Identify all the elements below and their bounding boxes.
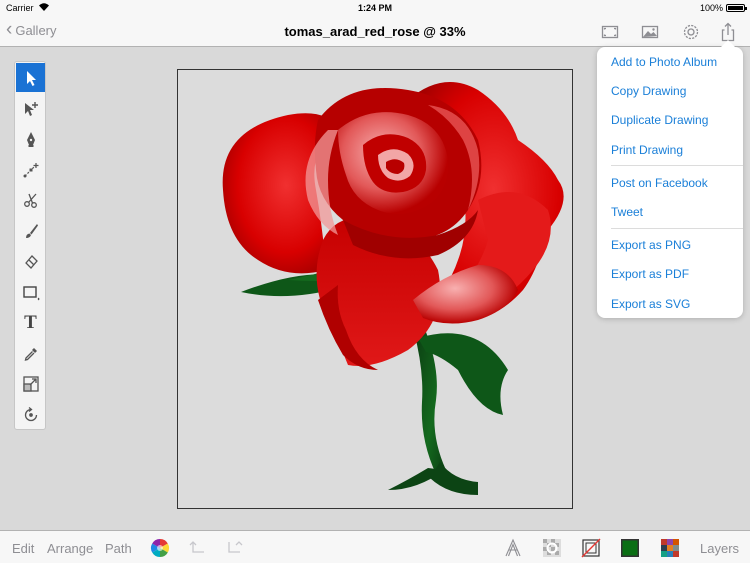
battery-icon [726,4,747,12]
arrange-button[interactable]: Arrange [47,541,93,556]
pen-icon [26,131,35,147]
transparency-icon[interactable] [542,538,562,558]
rose-artwork[interactable] [178,70,572,508]
eyedropper-icon [24,347,37,361]
menu-export-pdf[interactable]: Export as PDF [611,267,689,281]
tool-add-node[interactable] [16,155,45,184]
tool-brush[interactable] [16,216,45,245]
tool-scale[interactable] [16,369,45,398]
add-node-icon [23,162,38,177]
tool-text[interactable]: T [16,308,45,337]
tool-node-select[interactable] [16,94,45,123]
menu-divider [611,165,743,166]
color-wheel-icon[interactable] [150,538,170,558]
undo-icon[interactable] [188,538,208,558]
share-icon[interactable] [718,22,738,42]
scissors-icon [23,193,37,208]
clock: 1:24 PM [357,3,392,13]
eraser-icon [24,254,38,269]
brush-icon [25,223,38,238]
scale-icon [22,375,39,392]
pattern-swatch-icon[interactable] [660,538,680,558]
rotate-icon [24,406,37,421]
rectangle-icon [22,285,40,300]
gear-icon[interactable] [681,22,701,42]
edit-button[interactable]: Edit [12,541,34,556]
menu-add-to-photo-album[interactable]: Add to Photo Album [611,55,717,69]
status-bar: Carrier 1:24 PM 100% [0,0,750,16]
bottom-toolbar: Edit Arrange Path Layers [0,530,750,563]
tool-pen[interactable] [16,124,45,153]
layers-button[interactable]: Layers [700,541,739,556]
stroke-none-icon[interactable] [581,538,601,558]
tool-eraser[interactable] [16,246,45,275]
menu-export-svg[interactable]: Export as SVG [611,297,690,311]
tool-scissors[interactable] [16,185,45,214]
share-menu: Add to Photo Album Copy Drawing Duplicat… [597,40,743,318]
path-button[interactable]: Path [105,541,132,556]
image-icon[interactable] [640,22,660,42]
navigation-bar: ‹ Gallery tomas_arad_red_rose @ 33% [0,16,750,47]
menu-duplicate-drawing[interactable]: Duplicate Drawing [611,113,708,127]
fullscreen-icon[interactable] [600,22,620,42]
select-arrow-icon [26,70,36,86]
drawing-canvas[interactable] [177,69,573,509]
tool-rotate[interactable] [16,400,45,429]
text-icon: T [24,311,37,333]
menu-post-on-facebook[interactable]: Post on Facebook [611,176,708,190]
tool-select[interactable] [16,63,45,92]
menu-divider [611,228,743,229]
document-title: tomas_arad_red_rose @ 33% [284,24,466,39]
text-style-icon[interactable] [503,538,523,558]
menu-copy-drawing[interactable]: Copy Drawing [611,84,686,98]
tool-palette: T [14,61,46,430]
tool-rectangle[interactable] [16,277,45,306]
tool-eyedropper[interactable] [16,339,45,368]
menu-print-drawing[interactable]: Print Drawing [611,143,683,157]
redo-icon[interactable] [224,538,244,558]
battery-percent: 100% [699,3,723,13]
fill-color-swatch[interactable] [620,538,640,558]
node-select-icon [24,101,38,116]
menu-export-png[interactable]: Export as PNG [611,238,691,252]
menu-tweet[interactable]: Tweet [611,205,643,219]
